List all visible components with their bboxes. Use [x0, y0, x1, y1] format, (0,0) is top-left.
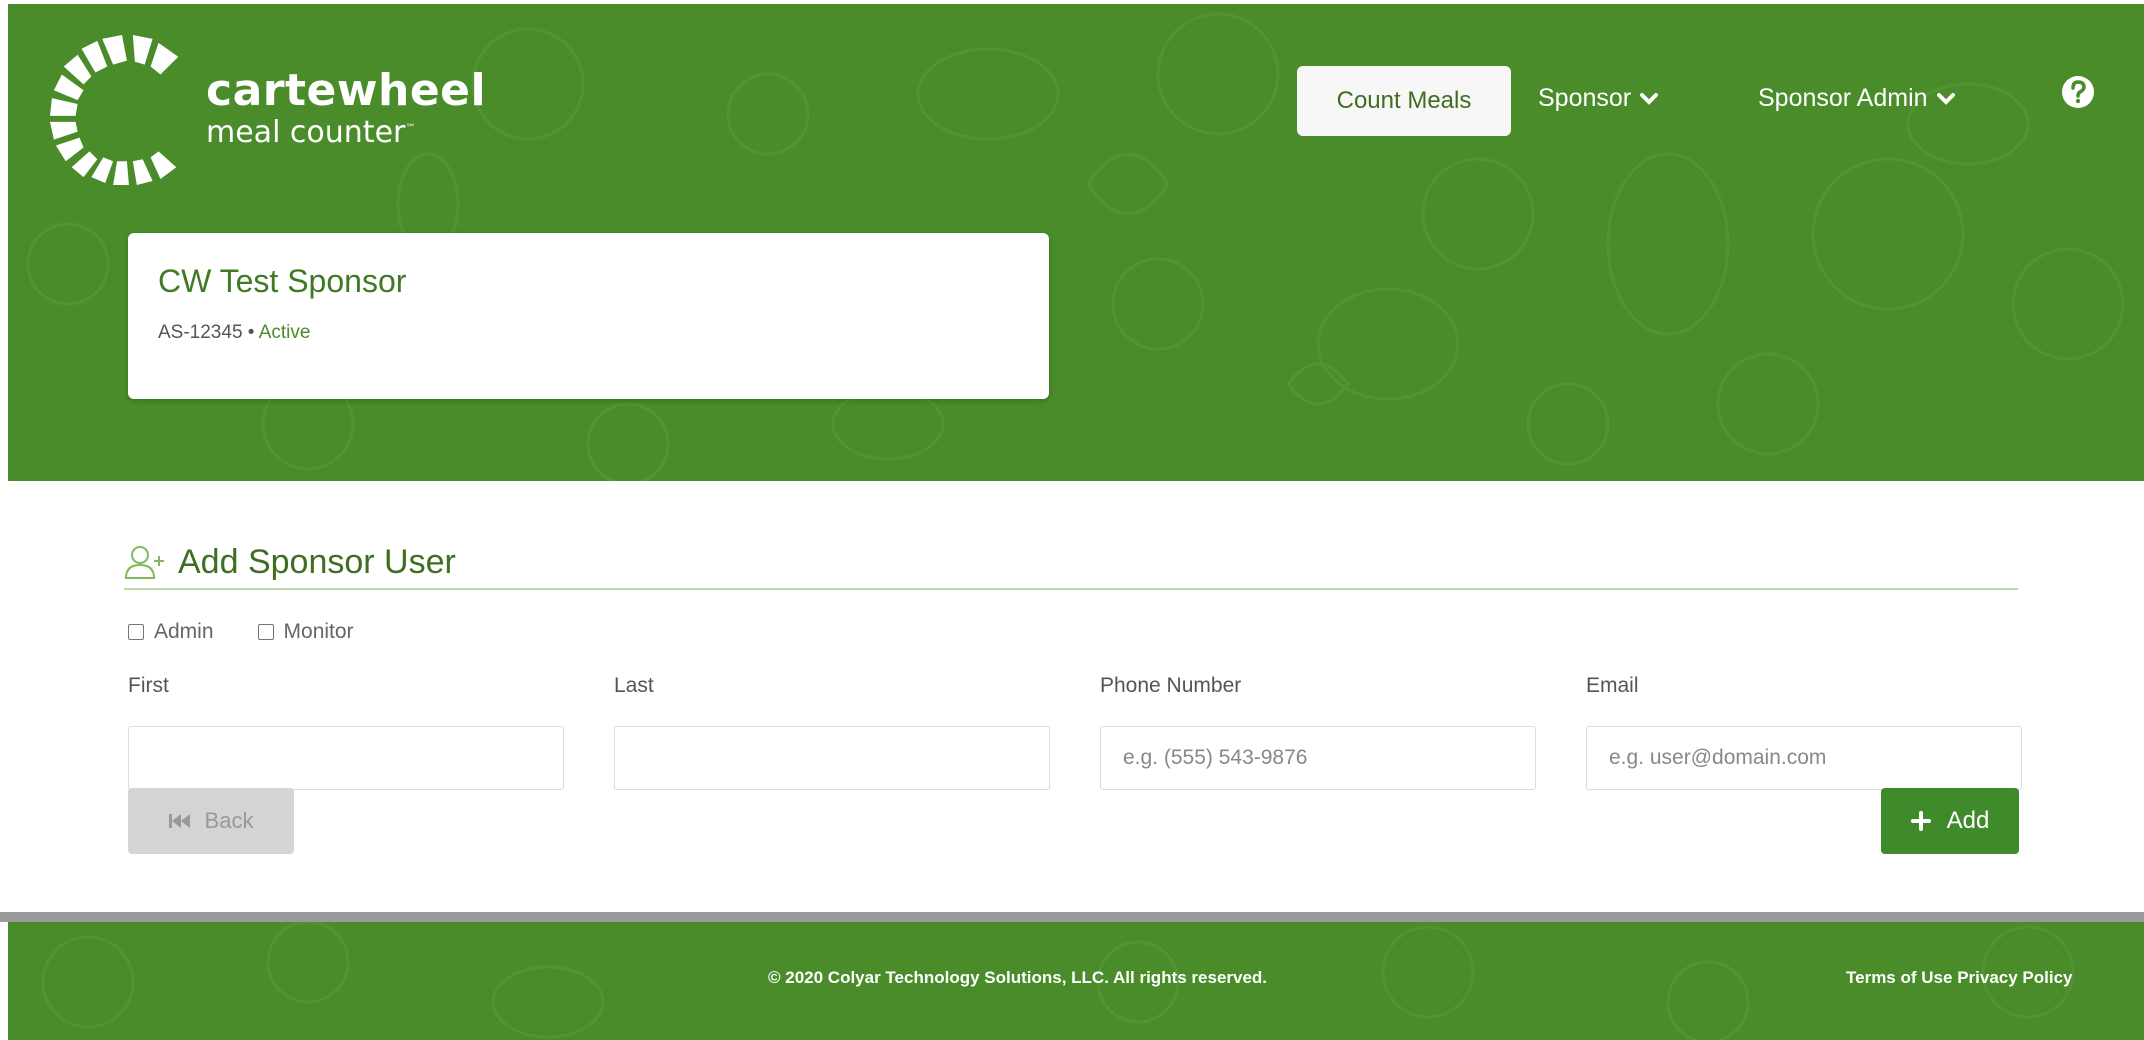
copyright-text: © 2020 Colyar Technology Solutions, LLC.… [768, 968, 1268, 987]
footer-links: Terms of Use Privacy Policy [1846, 968, 2073, 988]
sponsor-admin-menu-label: Sponsor Admin [1758, 84, 1928, 112]
first-name-label: First [128, 674, 169, 697]
sponsor-menu-label: Sponsor [1538, 84, 1632, 112]
chevron-down-icon [1640, 92, 1659, 105]
phone-label: Phone Number [1100, 674, 1242, 697]
admin-checkbox[interactable]: Admin [128, 620, 214, 644]
meta-separator: • [242, 322, 259, 343]
checkbox-box[interactable] [128, 624, 144, 640]
last-name-field[interactable] [614, 726, 1050, 790]
terms-link[interactable]: Terms of Use [1846, 968, 1952, 987]
section-title: Add Sponsor User [178, 542, 456, 581]
footer: © 2020 Colyar Technology Solutions, LLC.… [8, 922, 2144, 1040]
fast-backward-icon [168, 814, 190, 828]
monitor-checkbox-label: Monitor [283, 620, 354, 643]
email-field[interactable] [1586, 726, 2022, 790]
sponsor-menu[interactable]: Sponsor [1538, 84, 1659, 113]
sponsor-card: CW Test Sponsor AS-12345 • Active [128, 233, 1049, 399]
add-user-button[interactable]: Add [1881, 788, 2019, 854]
email-label: Email [1586, 674, 1639, 697]
first-name-group: First [128, 674, 564, 790]
question-circle-icon[interactable] [2060, 74, 2096, 110]
admin-checkbox-label: Admin [154, 620, 214, 643]
count-meals-label: Count Meals [1336, 87, 1472, 114]
checkbox-box[interactable] [257, 624, 274, 640]
phone-field[interactable] [1100, 726, 1536, 790]
header: cartewheel meal counter™ Count Meals Spo… [8, 4, 2144, 481]
section-header: Add Sponsor User [124, 536, 2018, 590]
phone-group: Phone Number [1100, 674, 1536, 790]
last-name-label: Last [614, 674, 654, 697]
cartewheel-logo-icon [49, 34, 179, 185]
sponsor-admin-menu[interactable]: Sponsor Admin [1758, 84, 1956, 113]
privacy-link[interactable]: Privacy Policy [1957, 968, 2072, 987]
monitor-checkbox[interactable]: Monitor [257, 620, 354, 644]
brand-logo[interactable]: cartewheel meal counter™ [48, 30, 486, 186]
page: cartewheel meal counter™ Count Meals Spo… [0, 0, 2144, 1040]
last-name-group: Last [614, 674, 1050, 790]
brand-name: cartewheel [206, 65, 487, 116]
chevron-down-icon [1936, 92, 1955, 105]
back-button[interactable]: Back [128, 788, 294, 854]
status-badge: Active [258, 322, 311, 343]
brand-tagline: meal counter™ [206, 113, 486, 149]
role-checkboxes: Admin Monitor [128, 620, 398, 644]
sponsor-code: AS-12345 [158, 322, 243, 343]
first-name-field[interactable] [128, 726, 564, 790]
trademark: ™ [405, 123, 416, 134]
footer-divider [0, 912, 2144, 922]
plus-icon [1910, 811, 1931, 831]
sponsor-name: CW Test Sponsor [158, 263, 407, 299]
email-group: Email [1586, 674, 2022, 790]
count-meals-button[interactable]: Count Meals [1297, 66, 1511, 136]
sponsor-meta: AS-12345 • Active [158, 322, 1019, 344]
add-user-icon [124, 546, 164, 579]
tagline-text: meal counter [206, 115, 406, 150]
add-button-label: Add [1946, 807, 1990, 834]
back-button-label: Back [204, 808, 254, 833]
